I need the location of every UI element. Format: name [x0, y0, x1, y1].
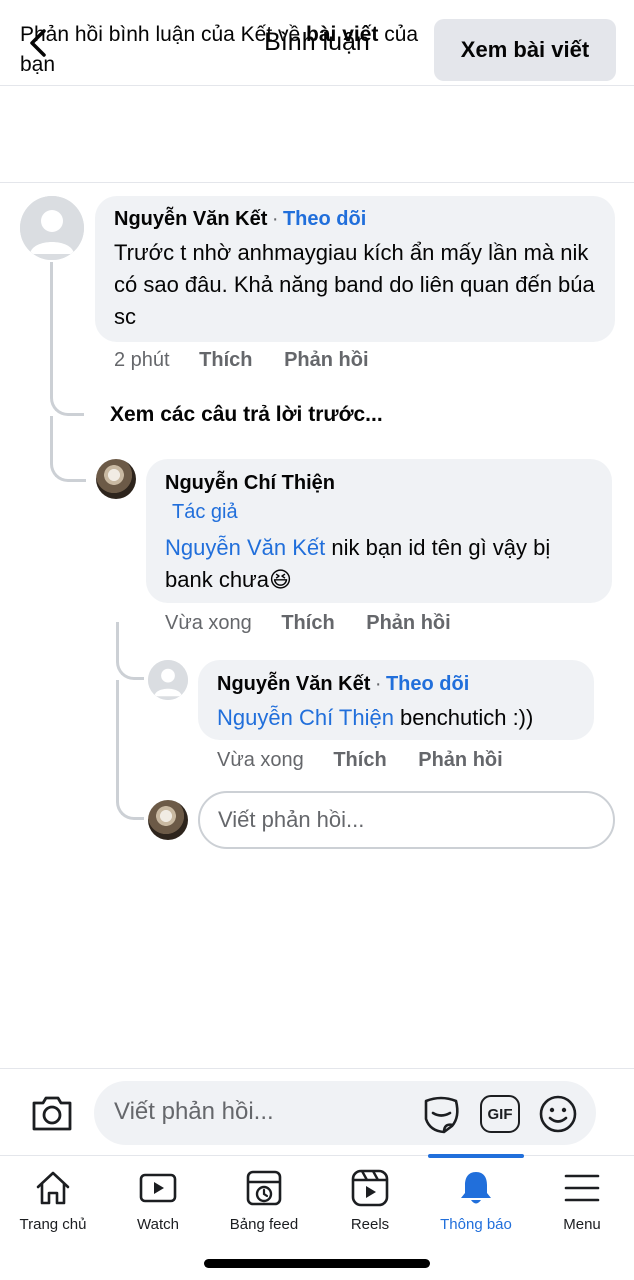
tab-label: Bảng feed	[229, 1216, 299, 1233]
feed-icon	[246, 1170, 282, 1206]
avatar[interactable]	[148, 660, 188, 700]
tab-menu[interactable]: Menu	[529, 1168, 634, 1248]
mention-link[interactable]: Nguyễn Văn Kết	[165, 535, 325, 560]
reply-text: Nguyễn Chí Thiện benchutich :))	[217, 702, 533, 734]
separator-dot: ·	[271, 208, 279, 230]
thread-line	[116, 680, 119, 800]
tab-label: Menu	[563, 1216, 601, 1233]
sticker-icon	[424, 1096, 459, 1134]
sticker-button[interactable]	[420, 1093, 462, 1135]
tab-label: Watch	[137, 1216, 179, 1233]
home-icon	[36, 1171, 70, 1205]
tab-reels[interactable]: Reels	[317, 1168, 423, 1248]
laughing-emoji-icon: 😆	[269, 567, 292, 592]
view-post-button[interactable]: Xem bài viết	[434, 19, 616, 81]
context-text-bold: bài viết	[306, 23, 379, 46]
commenter-name[interactable]: Nguyễn Văn Kết	[217, 673, 370, 695]
gif-icon: GIF	[487, 1105, 513, 1123]
tab-notifications[interactable]: Thông báo	[423, 1168, 529, 1248]
avatar[interactable]	[96, 459, 136, 499]
inline-reply-input[interactable]: Viết phản hồi...	[198, 791, 615, 849]
commenter-name[interactable]: Nguyễn Chí Thiện	[165, 472, 335, 495]
context-text-prefix: Phản hồi bình luận của Kết về	[20, 23, 307, 46]
tab-home[interactable]: Trang chủ	[0, 1168, 106, 1248]
smiley-icon	[539, 1095, 577, 1133]
reply-text-body: benchutich :))	[393, 705, 534, 730]
comment-time: 2 phút	[114, 349, 170, 371]
view-previous-replies[interactable]: Xem các câu trả lời trước...	[110, 403, 383, 427]
comment-text: Trước t nhờ anhmaygiau kích ẩn mấy lần m…	[114, 240, 595, 329]
emoji-button[interactable]	[538, 1094, 578, 1134]
home-indicator	[204, 1259, 430, 1268]
thread-line	[50, 262, 53, 392]
default-avatar-icon	[20, 196, 84, 260]
camera-button[interactable]	[30, 1093, 74, 1133]
tab-label: Thông báo	[440, 1216, 512, 1233]
reels-icon	[351, 1169, 389, 1207]
reply-header: Nguyễn Văn Kết · Theo dõi	[217, 673, 469, 696]
avatar[interactable]	[20, 196, 84, 260]
reply-meta: Vừa xong Thích Phản hồi	[165, 612, 451, 635]
tab-label: Trang chủ	[19, 1216, 87, 1233]
gif-button[interactable]: GIF	[480, 1095, 520, 1133]
active-tab-indicator	[428, 1154, 524, 1158]
thread-branch	[116, 786, 144, 820]
tab-watch[interactable]: Watch	[105, 1168, 211, 1248]
thread-branch	[50, 380, 84, 416]
camera-icon	[32, 1096, 72, 1131]
separator-dot: ·	[374, 673, 382, 695]
reply-text: Nguyễn Văn Kết nik bạn id tên gì vậy bị …	[165, 532, 601, 596]
reply-time: Vừa xong	[165, 612, 252, 634]
menu-icon	[564, 1174, 600, 1202]
thread-branch	[50, 446, 86, 482]
comment-meta: 2 phút Thích Phản hồi	[114, 349, 369, 372]
follow-link[interactable]: Theo dõi	[283, 208, 366, 230]
reply-meta: Vừa xong Thích Phản hồi	[217, 749, 503, 772]
like-button[interactable]: Thích	[199, 349, 252, 371]
comment-header: Nguyễn Văn Kết · Theo dõi	[114, 208, 366, 231]
reply-button[interactable]: Phản hồi	[418, 749, 502, 771]
commenter-name[interactable]: Nguyễn Văn Kết	[114, 208, 267, 230]
comment-input-placeholder: Viết phản hồi...	[114, 1098, 274, 1125]
like-button[interactable]: Thích	[281, 612, 334, 634]
avatar	[148, 800, 188, 840]
reply-button[interactable]: Phản hồi	[284, 349, 368, 371]
tab-feed[interactable]: Bảng feed	[211, 1168, 317, 1248]
bell-icon	[461, 1172, 491, 1204]
reply-button[interactable]: Phản hồi	[366, 612, 450, 634]
context-banner	[0, 86, 634, 183]
video-icon	[139, 1173, 177, 1203]
default-avatar-icon	[148, 660, 188, 700]
author-badge: Tác giả	[172, 501, 238, 523]
like-button[interactable]: Thích	[333, 749, 386, 771]
tab-label: Reels	[350, 1216, 390, 1233]
reply-time: Vừa xong	[217, 749, 304, 771]
mention-link[interactable]: Nguyễn Chí Thiện	[217, 705, 394, 730]
follow-link[interactable]: Theo dõi	[386, 673, 469, 695]
context-text: Phản hồi bình luận của Kết về bài viết c…	[20, 20, 420, 80]
thread-branch	[116, 646, 144, 680]
